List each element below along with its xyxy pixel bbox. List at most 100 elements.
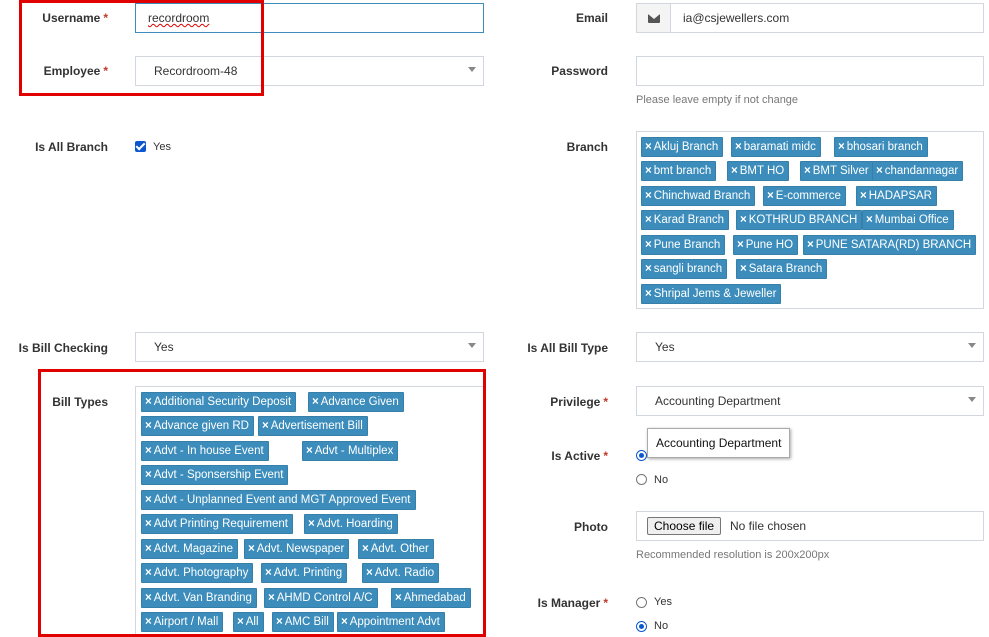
- tag-chip[interactable]: × bhosari branch: [834, 137, 928, 157]
- remove-tag-icon[interactable]: ×: [145, 616, 152, 628]
- remove-tag-icon[interactable]: ×: [306, 445, 313, 457]
- is-active-radio-no[interactable]: [636, 474, 647, 485]
- remove-tag-icon[interactable]: ×: [145, 420, 152, 432]
- tag-chip[interactable]: × All: [233, 612, 264, 632]
- remove-tag-icon[interactable]: ×: [362, 543, 369, 555]
- remove-tag-icon[interactable]: ×: [262, 420, 269, 432]
- tag-chip[interactable]: × Advertisement Bill: [258, 416, 368, 436]
- tag-chip[interactable]: × Karad Branch: [641, 210, 730, 230]
- remove-tag-icon[interactable]: ×: [145, 396, 152, 408]
- tag-chip[interactable]: × HADAPSAR: [856, 186, 937, 206]
- tag-chip[interactable]: × BMT HO: [727, 161, 790, 181]
- remove-tag-icon[interactable]: ×: [395, 592, 402, 604]
- remove-tag-icon[interactable]: ×: [268, 592, 275, 604]
- tag-chip[interactable]: × Pune HO: [733, 235, 799, 255]
- tag-chip[interactable]: × Advt. Hoarding: [304, 514, 398, 534]
- is-active-radio-yes[interactable]: [636, 450, 647, 461]
- tag-chip[interactable]: × Mumbai Office: [862, 210, 954, 230]
- tag-chip[interactable]: × Akluj Branch: [641, 137, 724, 157]
- is-all-branch-checkbox[interactable]: [135, 141, 146, 152]
- remove-tag-icon[interactable]: ×: [145, 469, 152, 481]
- remove-tag-icon[interactable]: ×: [860, 190, 867, 202]
- tag-chip[interactable]: × Satara Branch: [736, 259, 828, 279]
- tag-chip[interactable]: × Advt. Newspaper: [244, 539, 350, 559]
- remove-tag-icon[interactable]: ×: [645, 288, 652, 300]
- remove-tag-icon[interactable]: ×: [838, 141, 845, 153]
- tag-chip[interactable]: × Advt - Multiplex: [302, 441, 399, 461]
- tag-chip[interactable]: × chandannagar: [872, 161, 964, 181]
- remove-tag-icon[interactable]: ×: [740, 214, 747, 226]
- tag-chip[interactable]: × AMC Bill: [272, 612, 334, 632]
- tag-chip[interactable]: × Advt Printing Requirement: [141, 514, 293, 534]
- remove-tag-icon[interactable]: ×: [804, 165, 811, 177]
- tag-chip[interactable]: × KOTHRUD BRANCH: [736, 210, 863, 230]
- is-bill-checking-select[interactable]: Yes: [135, 332, 484, 362]
- remove-tag-icon[interactable]: ×: [145, 592, 152, 604]
- username-input[interactable]: recordroom: [135, 3, 484, 33]
- remove-tag-icon[interactable]: ×: [265, 567, 272, 579]
- tag-chip[interactable]: × Chinchwad Branch: [641, 186, 756, 206]
- is-manager-radio-yes[interactable]: [636, 597, 647, 608]
- photo-file-input[interactable]: Choose file No file chosen: [636, 511, 984, 541]
- choose-file-button[interactable]: Choose file: [647, 517, 722, 535]
- remove-tag-icon[interactable]: ×: [145, 518, 152, 530]
- remove-tag-icon[interactable]: ×: [145, 567, 152, 579]
- remove-tag-icon[interactable]: ×: [308, 518, 315, 530]
- tag-chip[interactable]: × Advt. Other: [358, 539, 434, 559]
- remove-tag-icon[interactable]: ×: [645, 263, 652, 275]
- remove-tag-icon[interactable]: ×: [731, 165, 738, 177]
- remove-tag-icon[interactable]: ×: [767, 190, 774, 202]
- tag-chip[interactable]: × Additional Security Deposit: [141, 392, 297, 412]
- tag-chip[interactable]: × sangli branch: [641, 259, 728, 279]
- tag-chip[interactable]: × Advt. Magazine: [141, 539, 238, 559]
- tag-chip[interactable]: × Advance given RD: [141, 416, 254, 436]
- remove-tag-icon[interactable]: ×: [145, 445, 152, 457]
- remove-tag-icon[interactable]: ×: [276, 616, 283, 628]
- tag-chip[interactable]: × Advt - Unplanned Event and MGT Approved…: [141, 490, 416, 510]
- is-manager-radio-no[interactable]: [636, 621, 647, 632]
- remove-tag-icon[interactable]: ×: [366, 567, 373, 579]
- remove-tag-icon[interactable]: ×: [866, 214, 873, 226]
- remove-tag-icon[interactable]: ×: [237, 616, 244, 628]
- tag-chip[interactable]: × Shripal Jems & Jeweller: [641, 284, 782, 304]
- bill-types-multiselect[interactable]: × Additional Security Deposit × Advance Giv…: [135, 386, 484, 637]
- remove-tag-icon[interactable]: ×: [645, 165, 652, 177]
- remove-tag-icon[interactable]: ×: [248, 543, 255, 555]
- tag-chip[interactable]: × Advt. Photography: [141, 563, 254, 583]
- password-input[interactable]: [636, 56, 984, 86]
- remove-tag-icon[interactable]: ×: [876, 165, 883, 177]
- tag-chip[interactable]: × baramati midc: [731, 137, 821, 157]
- tag-chip[interactable]: × Advt - Sponsership Event: [141, 465, 289, 485]
- remove-tag-icon[interactable]: ×: [145, 494, 152, 506]
- remove-tag-icon[interactable]: ×: [645, 190, 652, 202]
- tag-chip[interactable]: × Advt. Radio: [362, 563, 440, 583]
- tag-chip[interactable]: × BMT Silver: [800, 161, 874, 181]
- branch-multiselect[interactable]: × Akluj Branch × baramati midc × bhosari bran…: [636, 131, 984, 309]
- remove-tag-icon[interactable]: ×: [645, 214, 652, 226]
- remove-tag-icon[interactable]: ×: [740, 263, 747, 275]
- tag-chip[interactable]: × Airport / Mall: [141, 612, 224, 632]
- tag-chip[interactable]: × Advt. Printing: [261, 563, 348, 583]
- email-input[interactable]: ia@csjewellers.com: [636, 3, 984, 33]
- tag-chip[interactable]: × E-commerce: [763, 186, 846, 206]
- remove-tag-icon[interactable]: ×: [145, 543, 152, 555]
- tag-chip[interactable]: × PUNE SATARA(RD) BRANCH: [803, 235, 977, 255]
- remove-tag-icon[interactable]: ×: [341, 616, 348, 628]
- remove-tag-icon[interactable]: ×: [737, 239, 744, 251]
- tag-chip[interactable]: × Pune Branch: [641, 235, 726, 255]
- tag-chip[interactable]: × bmt branch: [641, 161, 717, 181]
- employee-select[interactable]: Recordroom-48: [135, 56, 484, 86]
- remove-tag-icon[interactable]: ×: [735, 141, 742, 153]
- is-all-bill-type-select[interactable]: Yes: [636, 332, 984, 362]
- remove-tag-icon[interactable]: ×: [807, 239, 814, 251]
- remove-tag-icon[interactable]: ×: [645, 239, 652, 251]
- tag-chip[interactable]: × Advt - In house Event: [141, 441, 269, 461]
- tag-chip[interactable]: × Ahmedabad: [391, 588, 471, 608]
- tag-chip[interactable]: × Advance Given: [308, 392, 404, 412]
- remove-tag-icon[interactable]: ×: [312, 396, 319, 408]
- tag-chip[interactable]: × AHMD Control A/C: [264, 588, 378, 608]
- remove-tag-icon[interactable]: ×: [645, 141, 652, 153]
- tag-chip[interactable]: × Advt. Van Branding: [141, 588, 257, 608]
- privilege-select[interactable]: Accounting Department: [636, 386, 984, 416]
- tag-chip[interactable]: × Appointment Advt: [337, 612, 445, 632]
